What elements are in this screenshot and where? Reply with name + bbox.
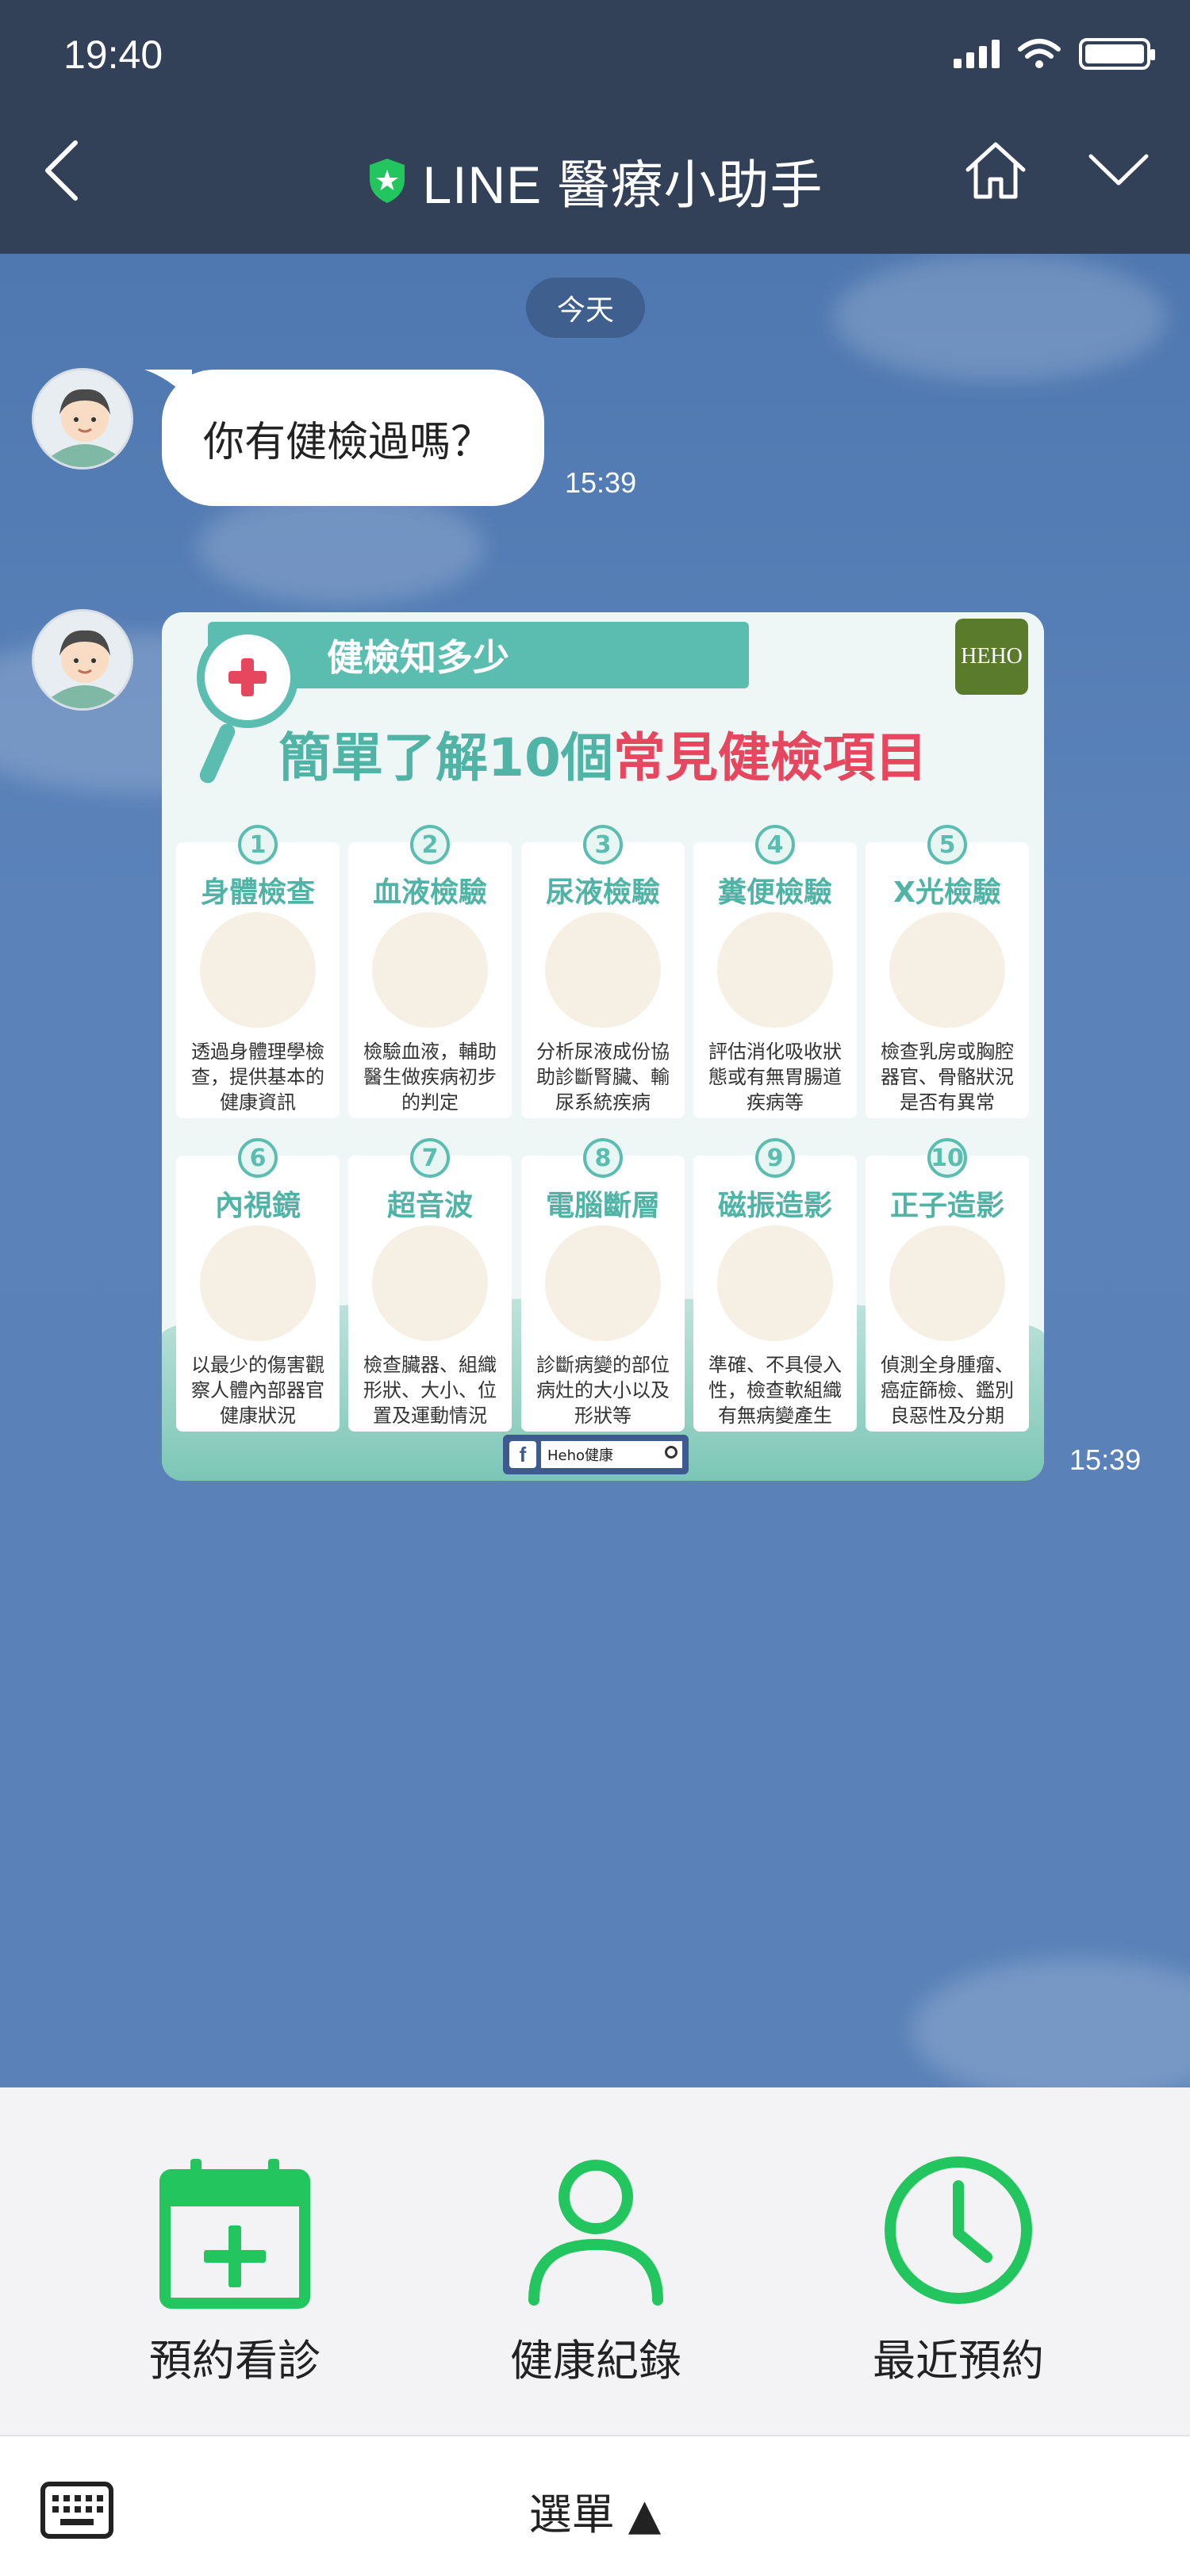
card-number: 8 [583,1138,623,1178]
wifi-icon [1018,39,1061,68]
card-illustration [200,912,316,1028]
card-title: 電腦斷層 [545,1190,660,1222]
card-number: 3 [583,825,623,864]
clock-icon [885,2156,1032,2304]
card-title: 正子造影 [889,1190,1004,1222]
card-title: 尿液檢驗 [545,876,660,909]
poster-subtitle: 簡單了解10個常見健檢項目 [162,715,1044,792]
avatar[interactable] [32,368,133,470]
date-separator: 今天 [526,278,645,338]
card-description: 分析尿液成份協助診斷腎臟、輸尿系統疾病 [536,1041,670,1114]
message-bubble[interactable]: 你有健檢過嗎？ [162,370,544,506]
status-time: 19:40 [63,33,163,77]
person-icon [528,2160,663,2306]
heho-logo: HEHO [955,619,1028,695]
card-description: 透過身體理學檢查，提供基本的健康資訊 [191,1041,324,1114]
poster-card: 7 超音波檢查臟器、組織形狀、大小、位置及運動情況 [348,1138,512,1432]
card-number: 9 [755,1138,795,1178]
status-icons [954,38,1155,70]
poster-card: 3 尿液檢驗分析尿液成份協助診斷腎臟、輸尿系統疾病 [521,825,685,1118]
card-title: 糞便檢驗 [717,876,832,909]
card-illustration [200,1225,316,1341]
card-description: 檢查乳房或胸腔器官、骨骼狀況是否有異常 [881,1041,1014,1114]
bottom-bar: 選單 ▲ [0,2435,1190,2576]
card-illustration [545,1225,661,1341]
card-number: 1 [238,825,278,864]
cellular-signal-icon [954,40,1000,68]
poster-card: 6 內視鏡以最少的傷害觀察人體內部器官健康狀況 [176,1138,340,1432]
verified-shield-icon [370,159,405,203]
message-text: 你有健檢過嗎？ [203,418,493,466]
card-description: 偵測全身腫瘤、癌症篩檢、鑑別良惡性及分期 [881,1354,1014,1427]
message-time: 15:39 [1069,1443,1142,1476]
home-icon[interactable] [960,135,1031,206]
card-title: X光檢驗 [893,876,1001,909]
battery-icon [1079,38,1155,70]
poster-card: 2 血液檢驗檢驗血液，輔助醫生做疾病初步的判定 [348,825,512,1118]
poster-search-text: Heho健康 [547,1447,614,1464]
card-illustration [545,912,661,1028]
card-title: 磁振造影 [717,1190,832,1222]
top-bar: 19:40 LINE 醫療小助手 [0,0,1190,254]
magnifier-cross-icon [197,627,298,728]
calendar-add-icon [159,2159,310,2309]
card-illustration [717,1225,833,1341]
rich-menu: 預約看診 健康紀錄 最近預約 [0,2087,1190,2435]
message-time: 15:39 [565,466,637,499]
card-illustration [889,912,1005,1028]
card-number: 7 [410,1138,450,1178]
chat-area[interactable]: 今天 你有健檢過嗎？ 15:39 健檢知多少 HEHO 簡單了解10個常見健檢項… [0,254,1190,2087]
facebook-icon: f [509,1441,536,1468]
card-number: 5 [927,825,967,864]
poster-card: 5 X光檢驗檢查乳房或胸腔器官、骨骼狀況是否有異常 [866,825,1029,1118]
menu-label: 最近預約 [873,2336,1044,2386]
card-title: 超音波 [386,1190,473,1222]
card-description: 檢查臟器、組織形狀、大小、位置及運動情況 [363,1354,497,1427]
search-icon [665,1446,678,1459]
card-description: 準確、不具侵入性，檢查軟組織有無病變產生 [708,1354,842,1427]
menu-label: 預約看診 [149,2336,321,2386]
poster-subtitle-b: 常見健檢項目 [612,727,927,788]
poster-card: 4 糞便檢驗評估消化吸收狀態或有無胃腸道疾病等 [693,825,857,1118]
menu-label: 健康紀錄 [510,2336,681,2386]
menu-book-appointment[interactable]: 預約看診 [116,2151,354,2388]
card-description: 診斷病變的部位病灶的大小以及形狀等 [536,1354,670,1427]
card-illustration [372,912,488,1028]
poster-card: 10 正子造影偵測全身腫瘤、癌症篩檢、鑑別良惡性及分期 [866,1138,1029,1432]
poster-subtitle-a: 簡單了解10個 [278,727,613,788]
card-number: 6 [238,1138,278,1178]
card-number: 10 [927,1138,967,1178]
card-number: 2 [410,825,450,864]
card-title: 血液檢驗 [372,876,487,909]
avatar[interactable] [32,609,133,711]
rich-menu-toggle[interactable]: 選單 ▲ [0,2479,1190,2542]
image-message[interactable]: 健檢知多少 HEHO 簡單了解10個常見健檢項目 1 身體檢查 透過身體理學檢查，提… [162,612,1044,1481]
card-title: 身體檢查 [200,876,315,909]
card-illustration [372,1225,488,1341]
card-number: 4 [755,825,795,864]
poster-card: 9 磁振造影準確、不具侵入性，檢查軟組織有無病變產生 [693,1138,857,1432]
facebook-search-bar: f Heho健康 [503,1435,689,1474]
poster-card: 8 電腦斷層診斷病變的部位病灶的大小以及形狀等 [521,1138,685,1432]
card-title: 內視鏡 [214,1190,301,1222]
card-description: 評估消化吸收狀態或有無胃腸道疾病等 [708,1041,842,1114]
card-illustration [717,912,833,1028]
menu-health-records[interactable]: 健康紀錄 [477,2151,715,2388]
card-illustration [889,1225,1005,1341]
menu-recent-appointments[interactable]: 最近預約 [839,2151,1077,2388]
poster-search-field: Heho健康 [541,1441,682,1468]
chevron-down-icon[interactable] [1083,147,1154,194]
chat-title: LINE 醫療小助手 [422,155,823,214]
card-description: 檢驗血液，輔助醫生做疾病初步的判定 [363,1041,497,1114]
card-description: 以最少的傷害觀察人體內部器官健康狀況 [191,1354,324,1427]
poster-card: 1 身體檢查透過身體理學檢查，提供基本的健康資訊 [176,825,340,1118]
